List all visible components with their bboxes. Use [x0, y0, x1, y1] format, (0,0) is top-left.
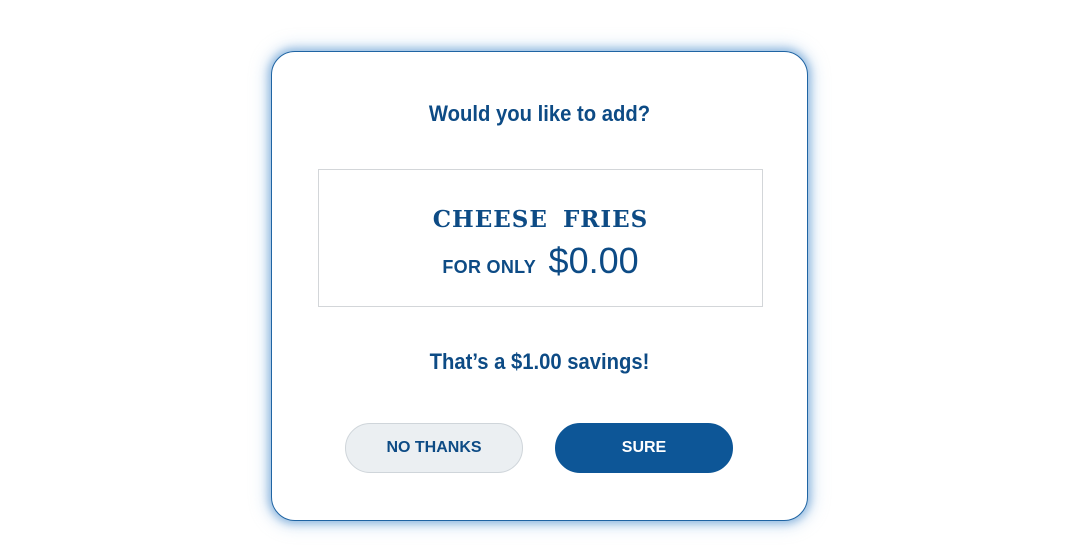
sure-button[interactable]: SURE — [555, 423, 733, 473]
offer-card: CHEESE FRIES FOR ONLY $0.00 — [318, 169, 763, 307]
for-only-label: FOR ONLY — [442, 257, 537, 277]
price-line: FOR ONLY $0.00 — [319, 240, 762, 282]
no-thanks-button[interactable]: NO THANKS — [345, 423, 523, 473]
offer-price: $0.00 — [548, 240, 639, 281]
upsell-dialog: Would you like to add? CHEESE FRIES FOR … — [271, 51, 808, 521]
dialog-prompt: Would you like to add? — [428, 101, 651, 126]
savings-text: That’s a $1.00 savings! — [429, 349, 650, 374]
product-name: CHEESE FRIES — [432, 206, 649, 233]
